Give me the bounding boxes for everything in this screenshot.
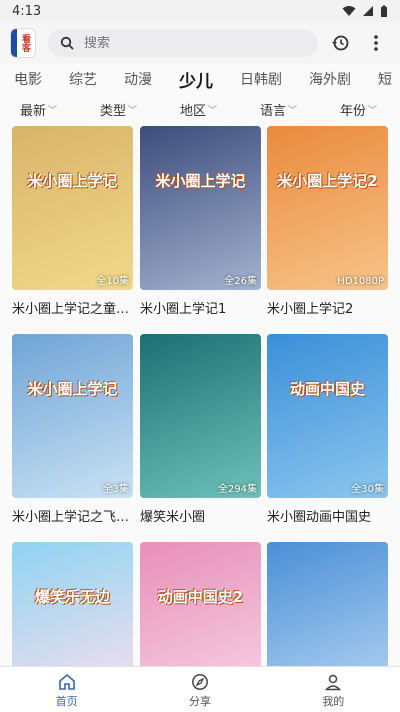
poster-image: 米小圈上学记2 HD1080P — [267, 126, 388, 290]
filter-year-label: 年份 — [340, 103, 367, 119]
tab-short[interactable]: 短 — [378, 69, 392, 89]
poster-title: 米小圈上学记2 — [277, 172, 378, 190]
chevron-down-icon: ﹀ — [128, 105, 138, 116]
search-input[interactable] — [84, 35, 264, 51]
home-icon — [56, 671, 78, 693]
tab-movies[interactable]: 电影 — [14, 69, 42, 89]
content-title: 米小圈上学记之童… — [12, 302, 130, 317]
app-bar: 看客 — [0, 22, 400, 64]
poster-image: 动画中国史2 — [140, 542, 261, 666]
content-card[interactable]: 动画中国史 全30集 米小圈动画中国史 — [267, 334, 388, 525]
content-grid: 米小圈上学记 全10集 米小圈上学记之童… 米小圈上学记 全26集 米小圈上学记… — [12, 126, 390, 666]
compass-icon — [189, 671, 211, 693]
content-card[interactable]: 米小圈上学记2 HD1080P 米小圈上学记2 — [267, 126, 388, 317]
filter-genre[interactable]: 类型 ﹀ — [100, 100, 137, 119]
person-icon — [322, 671, 344, 693]
filter-region[interactable]: 地区 ﹀ — [180, 100, 217, 119]
tab-anime[interactable]: 动漫 — [124, 69, 152, 89]
bottom-navigation: 首页 分享 我的 — [0, 666, 400, 712]
content-title: 米小圈上学记2 — [267, 302, 354, 317]
nav-home[interactable]: 首页 — [0, 667, 133, 712]
episode-badge: 全10集 — [96, 276, 129, 287]
nav-share-label: 分享 — [188, 694, 211, 708]
episode-badge: 全3集 — [102, 484, 129, 495]
battery-icon — [381, 5, 387, 17]
poster-title: 米小圈上学记 — [27, 172, 118, 190]
chevron-down-icon: ﹀ — [368, 105, 378, 116]
history-button[interactable] — [326, 29, 354, 57]
chevron-down-icon: ﹀ — [48, 105, 58, 116]
filter-sort-label: 最新 — [20, 103, 47, 119]
poster-title: 动画中国史 — [289, 380, 365, 398]
filter-language-label: 语言 — [260, 103, 287, 119]
poster-image: 米小圈上学记 全26集 — [140, 126, 261, 290]
content-card[interactable]: 米小圈上学记 全26集 米小圈上学记1 — [140, 126, 261, 317]
content-card[interactable]: 动画中国史2 — [140, 542, 261, 666]
content-title: 米小圈上学记1 — [140, 302, 227, 317]
filter-genre-label: 类型 — [100, 103, 127, 119]
tab-variety[interactable]: 综艺 — [69, 69, 97, 89]
poster-image: 米小圈上学记 全10集 — [12, 126, 133, 290]
nav-profile[interactable]: 我的 — [267, 667, 400, 712]
nav-share[interactable]: 分享 — [133, 667, 266, 712]
poster-image: 米小圈上学记 全3集 — [12, 334, 133, 498]
content-title: 米小圈上学记之飞… — [12, 510, 130, 525]
filter-sort[interactable]: 最新 ﹀ — [20, 100, 57, 119]
nav-profile-label: 我的 — [322, 694, 345, 708]
poster-title: 米小圈上学记 — [155, 172, 246, 190]
content-title: 米小圈动画中国史 — [267, 510, 372, 525]
poster-image: 全294集 — [140, 334, 261, 498]
more-vertical-icon — [374, 35, 378, 51]
chevron-down-icon: ﹀ — [208, 105, 218, 116]
signal-icon — [363, 6, 373, 16]
filter-language[interactable]: 语言 ﹀ — [260, 100, 297, 119]
episode-badge: 全26集 — [224, 276, 257, 287]
chevron-down-icon: ﹀ — [288, 105, 298, 116]
tab-overseas-drama[interactable]: 海外剧 — [309, 69, 351, 89]
nav-home-label: 首页 — [55, 694, 78, 708]
wifi-icon — [342, 6, 356, 16]
content-card[interactable]: 米小圈上学记 全10集 米小圈上学记之童… — [12, 126, 133, 317]
poster-title: 米小圈上学记 — [27, 380, 118, 398]
filter-year[interactable]: 年份 ﹀ — [340, 100, 377, 119]
content-title: 爆笑米小圈 — [140, 510, 206, 525]
episode-badge: 全30集 — [351, 484, 384, 495]
content-card[interactable]: 爆笑乐无边 — [12, 542, 133, 666]
status-bar: 4:13 — [0, 0, 400, 22]
content-card[interactable]: 米小圈上学记 全3集 米小圈上学记之飞… — [12, 334, 133, 525]
episode-badge: HD1080P — [337, 276, 384, 287]
filter-bar: 最新 ﹀ 类型 ﹀ 地区 ﹀ 语言 ﹀ 年份 ﹀ — [0, 96, 400, 122]
tab-kids[interactable]: 少儿 — [179, 67, 213, 92]
tab-jk-drama[interactable]: 日韩剧 — [240, 69, 282, 89]
more-options-button[interactable] — [362, 29, 390, 57]
content-card[interactable]: 全294集 爆笑米小圈 — [140, 334, 261, 525]
poster-title: 动画中国史2 — [157, 588, 244, 606]
poster-image: 动画中国史 全30集 — [267, 334, 388, 498]
poster-title: 爆笑乐无边 — [34, 588, 110, 606]
app-logo[interactable]: 看客 — [10, 28, 36, 58]
history-icon — [332, 35, 349, 51]
content-card[interactable] — [267, 542, 388, 666]
status-time: 4:13 — [12, 3, 42, 19]
poster-image — [267, 542, 388, 666]
search-bar[interactable] — [48, 29, 318, 57]
category-tabs: 电影 综艺 动漫 少儿 日韩剧 海外剧 短 — [0, 64, 400, 94]
filter-region-label: 地区 — [180, 103, 207, 119]
episode-badge: 全294集 — [217, 484, 257, 495]
app-logo-text: 看客 — [20, 34, 30, 52]
poster-image: 爆笑乐无边 — [12, 542, 133, 666]
search-icon — [60, 36, 74, 50]
